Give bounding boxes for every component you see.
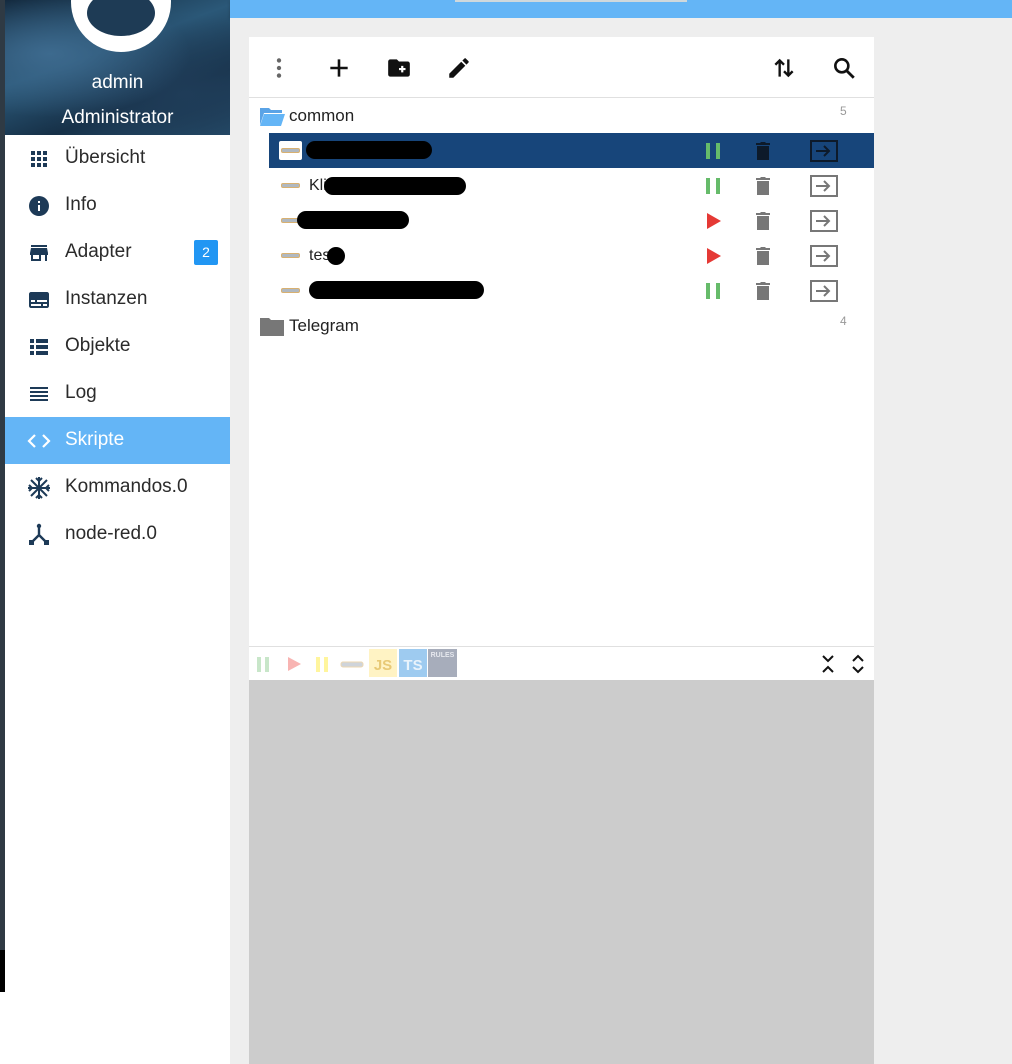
export-icon[interactable] xyxy=(809,210,839,232)
main-content: common 5 Klingel…Test xyxy=(230,18,1012,1064)
avatar[interactable] xyxy=(71,0,171,52)
pause-icon[interactable] xyxy=(702,140,724,162)
more-vert-icon[interactable] xyxy=(266,55,292,81)
script-row[interactable] xyxy=(269,203,874,238)
script-row[interactable]: Klingel…Test xyxy=(269,168,874,203)
redacted-name xyxy=(297,211,409,229)
folder-row-common[interactable]: common 5 xyxy=(249,98,874,132)
filter-stopped-icon[interactable] xyxy=(285,651,303,677)
filter-js-button[interactable]: JS xyxy=(369,649,397,677)
filter-paused-icon[interactable] xyxy=(314,651,330,677)
folder-icon xyxy=(260,318,284,336)
pause-icon[interactable] xyxy=(702,175,724,197)
delete-icon[interactable] xyxy=(752,140,774,162)
node-red-icon xyxy=(29,523,49,545)
sidebar-item-label: node-red.0 xyxy=(65,523,157,544)
sidebar-item-label: Instanzen xyxy=(65,288,148,309)
expand-all-icon[interactable] xyxy=(849,651,867,677)
blockly-script-icon xyxy=(279,176,302,195)
info-icon xyxy=(29,196,49,216)
sidebar-nav: Übersicht Info Adapter 2 Instanzen Objek… xyxy=(5,135,230,558)
sidebar-item-label: Info xyxy=(65,194,97,215)
blockly-script-icon xyxy=(279,141,302,160)
sidebar-item-log[interactable]: Log xyxy=(5,370,230,417)
delete-icon[interactable] xyxy=(752,245,774,267)
code-icon xyxy=(27,434,51,448)
filter-blockly-icon[interactable] xyxy=(339,651,365,677)
redacted-name xyxy=(324,177,466,195)
filter-running-icon[interactable] xyxy=(255,651,271,677)
blockly-script-icon xyxy=(279,281,302,300)
blockly-script-icon xyxy=(279,246,302,265)
profile-header: admin Administrator xyxy=(5,0,230,135)
sidebar-item-label: Kommandos.0 xyxy=(65,476,188,497)
edit-icon[interactable] xyxy=(446,55,472,81)
scripts-panel: common 5 Klingel…Test xyxy=(249,37,874,1064)
export-icon[interactable] xyxy=(809,245,839,267)
script-row[interactable] xyxy=(269,133,874,168)
apps-grid-icon xyxy=(31,151,47,167)
sidebar-item-adapter[interactable]: Adapter 2 xyxy=(5,229,230,276)
profile-role: Administrator xyxy=(61,107,174,128)
appbar-search-field[interactable] xyxy=(455,0,687,2)
sidebar-item-label: Übersicht xyxy=(65,147,146,168)
folder-open-icon xyxy=(260,108,285,126)
export-icon[interactable] xyxy=(809,280,839,302)
new-folder-icon[interactable] xyxy=(386,55,412,81)
pause-icon[interactable] xyxy=(702,280,724,302)
sidebar-item-uebersicht[interactable]: Übersicht xyxy=(5,135,230,182)
export-icon[interactable] xyxy=(809,140,839,162)
script-row[interactable] xyxy=(269,273,874,308)
store-icon xyxy=(30,245,48,261)
folder-label: common xyxy=(289,106,355,125)
add-icon[interactable] xyxy=(326,55,352,81)
instances-icon xyxy=(29,292,49,308)
filter-ts-button[interactable]: TS xyxy=(399,649,427,677)
delete-icon[interactable] xyxy=(752,175,774,197)
sidebar-item-info[interactable]: Info xyxy=(5,182,230,229)
sidebar-item-label: Log xyxy=(65,382,97,403)
script-row[interactable]: test xyxy=(269,238,874,273)
sidebar-item-label: Adapter xyxy=(65,241,132,262)
redacted-name xyxy=(309,281,484,299)
filter-rules-button[interactable]: RULES xyxy=(428,649,457,677)
sidebar-item-kommandos[interactable]: Kommandos.0 xyxy=(5,464,230,511)
list-icon xyxy=(30,339,48,355)
play-icon[interactable] xyxy=(702,210,724,232)
sidebar-item-objekte[interactable]: Objekte xyxy=(5,323,230,370)
delete-icon[interactable] xyxy=(752,280,774,302)
redacted-name xyxy=(327,247,345,265)
scripts-toolbar xyxy=(249,37,874,98)
folder-count: 4 xyxy=(840,314,847,328)
app-bar xyxy=(230,0,1012,18)
avatar-image xyxy=(87,0,155,36)
snowflake-icon xyxy=(28,477,50,499)
collapse-all-icon[interactable] xyxy=(819,651,837,677)
play-icon[interactable] xyxy=(702,245,724,267)
sort-icon[interactable] xyxy=(771,55,797,81)
delete-icon[interactable] xyxy=(752,210,774,232)
export-icon[interactable] xyxy=(809,175,839,197)
search-icon[interactable] xyxy=(831,55,857,81)
folder-label: Telegram xyxy=(289,316,359,335)
profile-name: admin xyxy=(91,72,144,93)
redacted-name xyxy=(306,141,432,159)
log-lines-icon xyxy=(30,387,48,401)
sidebar-item-skripte[interactable]: Skripte xyxy=(5,417,230,464)
folder-count: 5 xyxy=(840,104,847,118)
script-filter-bar: JS TS RULES xyxy=(249,646,874,680)
sidebar: admin Administrator Übersicht Info Adapt… xyxy=(5,0,230,1064)
sidebar-item-label: Objekte xyxy=(65,335,131,356)
sidebar-item-node-red[interactable]: node-red.0 xyxy=(5,511,230,558)
adapter-count-badge: 2 xyxy=(194,240,218,265)
folder-row-telegram[interactable]: Telegram 4 xyxy=(249,308,874,342)
script-tree: common 5 Klingel…Test xyxy=(249,98,874,646)
sidebar-item-label: Skripte xyxy=(65,429,125,450)
editor-area xyxy=(249,680,874,1064)
sidebar-item-instanzen[interactable]: Instanzen xyxy=(5,276,230,323)
